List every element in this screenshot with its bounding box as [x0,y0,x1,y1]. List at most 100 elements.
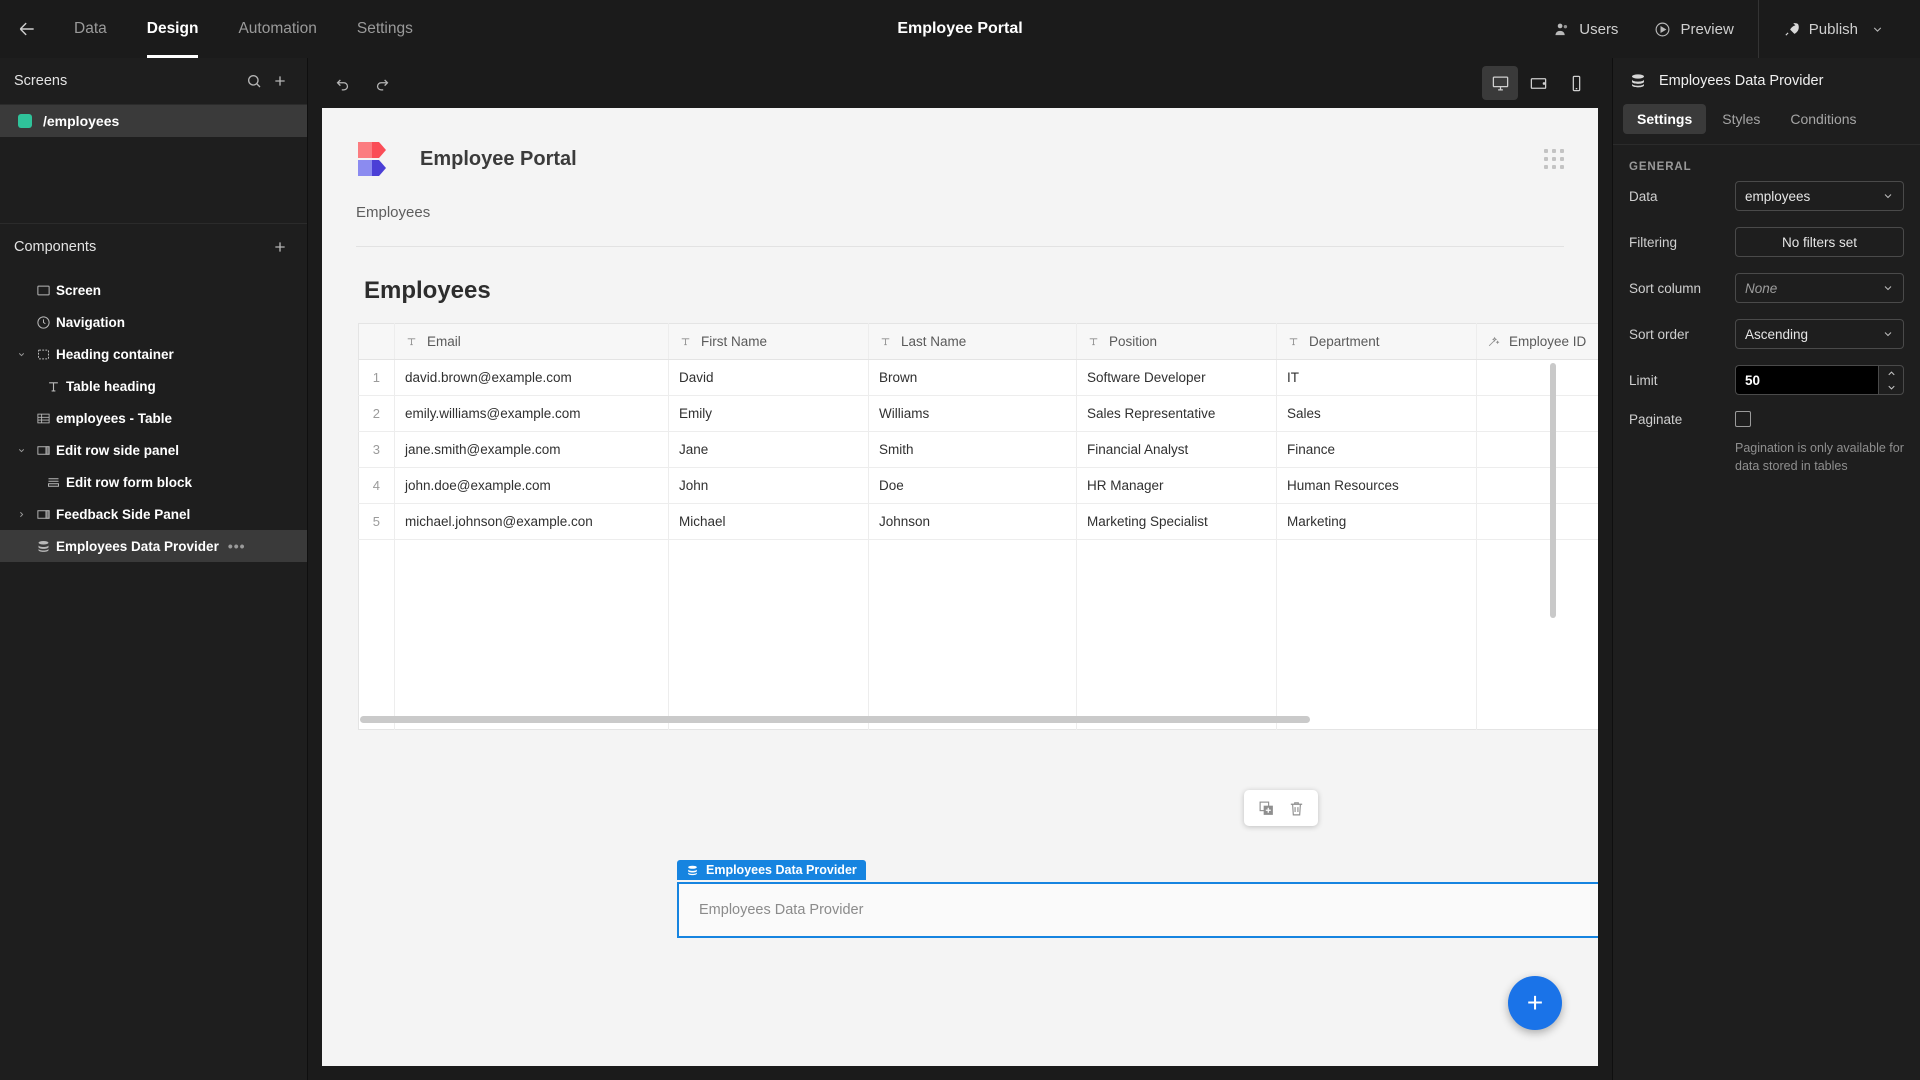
cell-first-name[interactable]: John [668,467,869,504]
cell-department[interactable]: Marketing [1276,503,1477,540]
component-item-heading-container[interactable]: Heading container [0,338,307,370]
table-header-employee-id[interactable]: Employee ID [1476,323,1598,360]
cell-email[interactable]: david.brown@example.com [394,359,669,396]
table-row[interactable]: 2 emily.williams@example.com Emily Willi… [358,395,1598,432]
table-header-last-name[interactable]: Last Name [868,323,1077,360]
publish-button[interactable]: Publish [1765,11,1902,47]
table-horizontal-scrollbar[interactable] [360,716,1310,723]
limit-increment-button[interactable] [1879,366,1903,380]
sort-order-label: Sort order [1629,326,1690,342]
cell-department[interactable]: Human Resources [1276,467,1477,504]
sort-order-select[interactable]: Ascending [1735,319,1904,349]
limit-input[interactable]: 50 [1735,365,1878,395]
add-screen-icon[interactable] [267,68,293,94]
components-title: Components [14,239,97,255]
table-header-department[interactable]: Department [1276,323,1477,360]
component-label: Screen [56,282,102,298]
duplicate-icon[interactable] [1256,798,1276,818]
cell-position[interactable]: Software Developer [1076,359,1277,396]
data-provider-placeholder[interactable]: Employees Data Provider [677,881,1598,938]
tablet-view-button[interactable] [1520,66,1556,100]
top-tab-automation[interactable]: Automation [218,0,336,58]
data-select[interactable]: employees [1735,181,1904,211]
tab-conditions[interactable]: Conditions [1776,104,1870,134]
component-item-edit-row-side-panel[interactable]: Edit row side panel [0,434,307,466]
database-icon [688,865,697,875]
top-tab-design[interactable]: Design [127,0,219,58]
table-row[interactable]: 4 john.doe@example.com John Doe HR Manag… [358,467,1598,504]
back-button[interactable] [0,0,54,58]
tab-settings[interactable]: Settings [1623,104,1707,134]
cell-position[interactable]: Sales Representative [1076,395,1277,432]
desktop-view-button[interactable] [1482,66,1518,100]
component-item-edit-row-form-block[interactable]: Edit row form block [0,466,307,498]
sort-order-value: Ascending [1745,326,1809,342]
play-circle-icon [1655,22,1670,36]
component-item-screen[interactable]: Screen [0,274,307,306]
component-item-table-heading[interactable]: Table heading [0,370,307,402]
preview-button[interactable]: Preview [1636,11,1751,47]
tab-styles[interactable]: Styles [1708,104,1774,134]
filtering-button[interactable]: No filters set [1735,227,1904,257]
search-icon[interactable] [241,68,267,94]
cell-employee-id[interactable] [1476,395,1598,432]
cell-employee-id[interactable] [1476,503,1598,540]
nav-link-employees[interactable]: Employees [356,204,430,221]
top-tab-data[interactable]: Data [54,0,127,58]
table-header-position[interactable]: Position [1076,323,1277,360]
caret-down-icon[interactable] [12,350,30,359]
cell-last-name[interactable]: Doe [868,467,1077,504]
cell-position[interactable]: HR Manager [1076,467,1277,504]
users-button[interactable]: Users [1535,11,1636,47]
cell-department[interactable]: Finance [1276,431,1477,468]
cell-last-name[interactable]: Williams [868,395,1077,432]
limit-decrement-button[interactable] [1879,380,1903,394]
cell-last-name[interactable]: Smith [868,431,1077,468]
caret-right-icon[interactable] [12,510,30,519]
sort-column-select[interactable]: None [1735,273,1904,303]
cell-first-name[interactable]: David [668,359,869,396]
cell-first-name[interactable]: Emily [668,395,869,432]
selected-data-provider-block[interactable]: Employees Data Provider Employees Data P… [677,860,1598,938]
cell-email[interactable]: michael.johnson@example.con [394,503,669,540]
cell-email[interactable]: john.doe@example.com [394,467,669,504]
drag-grip-icon[interactable] [1544,149,1564,169]
table-row[interactable]: 3 jane.smith@example.com Jane Smith Fina… [358,431,1598,468]
mobile-view-button[interactable] [1558,66,1594,100]
top-tab-settings[interactable]: Settings [337,0,433,58]
cell-first-name[interactable]: Jane [668,431,869,468]
table-row[interactable]: 1 david.brown@example.com David Brown So… [358,359,1598,396]
component-more-menu[interactable]: ••• [228,538,246,554]
table-header-first-name[interactable]: First Name [668,323,869,360]
cell-first-name[interactable]: Michael [668,503,869,540]
paginate-checkbox[interactable] [1735,411,1751,427]
cell-employee-id[interactable] [1476,431,1598,468]
delete-icon[interactable] [1286,798,1306,818]
cell-employee-id[interactable] [1476,467,1598,504]
cell-last-name[interactable]: Brown [868,359,1077,396]
component-item-navigation[interactable]: Navigation [0,306,307,338]
component-item-feedback-side-panel[interactable]: Feedback Side Panel [0,498,307,530]
sidebar-screen-employees[interactable]: /employees [0,105,307,137]
sort-column-label: Sort column [1629,280,1702,296]
form-icon [40,475,66,490]
table-vertical-scrollbar[interactable] [1550,363,1556,618]
redo-icon[interactable] [366,67,398,99]
caret-down-icon[interactable] [12,446,30,455]
cell-department[interactable]: Sales [1276,395,1477,432]
cell-email[interactable]: jane.smith@example.com [394,431,669,468]
component-item-employees-data-provider[interactable]: Employees Data Provider ••• [0,530,307,562]
cell-department[interactable]: IT [1276,359,1477,396]
cell-position[interactable]: Financial Analyst [1076,431,1277,468]
add-record-fab[interactable]: + [1508,976,1562,1030]
component-item-employees-table[interactable]: employees - Table [0,402,307,434]
header-label: First Name [701,334,768,349]
table-header-email[interactable]: Email [394,323,669,360]
cell-employee-id[interactable] [1476,359,1598,396]
cell-position[interactable]: Marketing Specialist [1076,503,1277,540]
table-row[interactable]: 5 michael.johnson@example.con Michael Jo… [358,503,1598,540]
add-component-icon[interactable] [267,234,293,260]
undo-icon[interactable] [326,67,358,99]
cell-email[interactable]: emily.williams@example.com [394,395,669,432]
cell-last-name[interactable]: Johnson [868,503,1077,540]
